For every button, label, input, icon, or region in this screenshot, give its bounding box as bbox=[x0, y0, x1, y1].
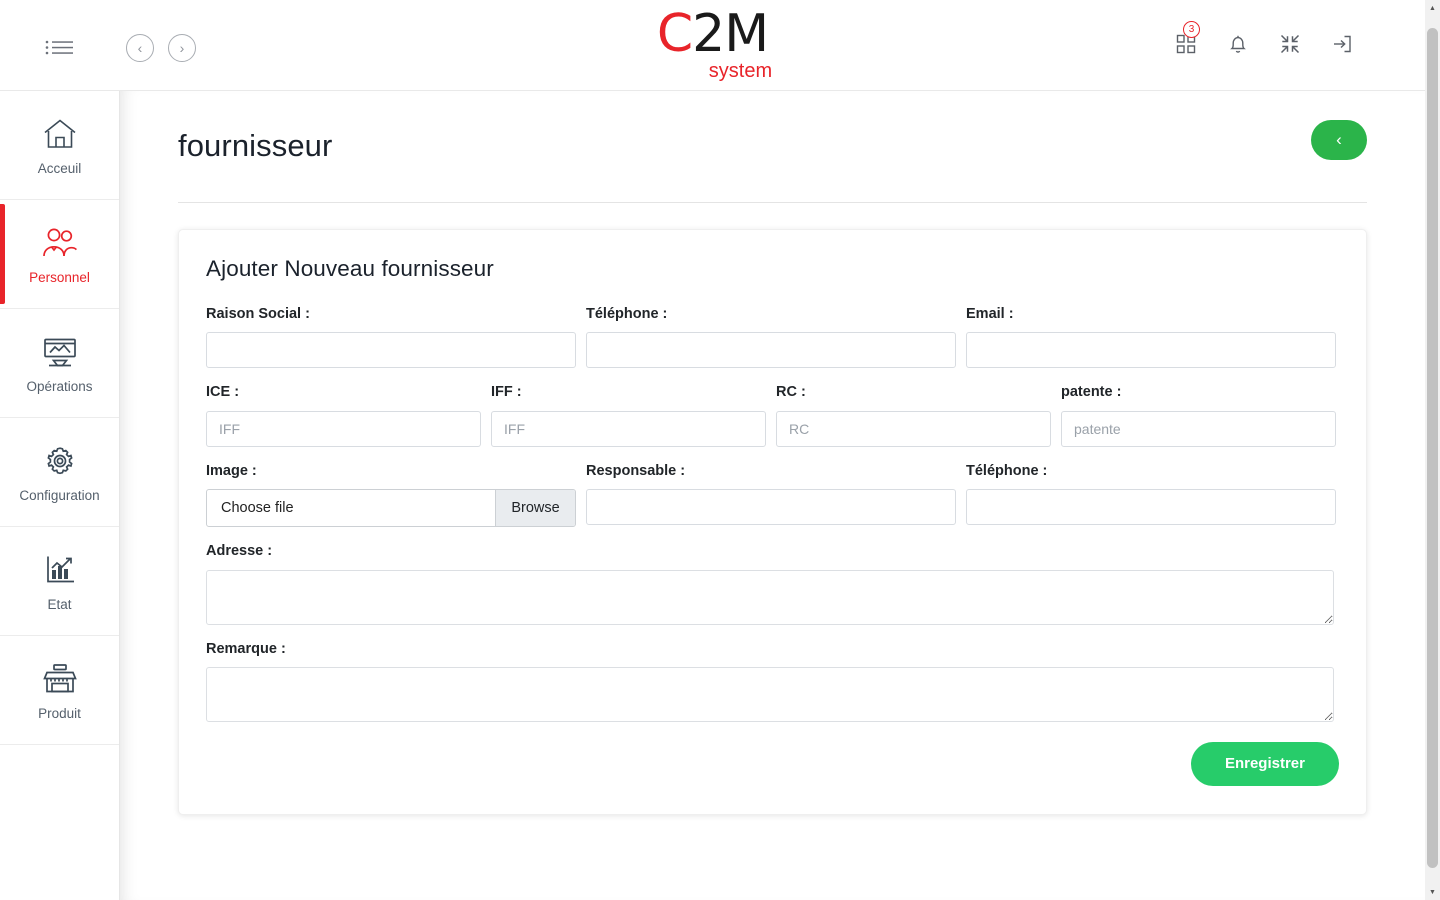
field-responsable: Responsable : bbox=[586, 463, 956, 527]
monitor-icon bbox=[41, 332, 79, 372]
file-upload-control[interactable]: Choose file Browse bbox=[206, 489, 576, 527]
sidebar-item-label: Etat bbox=[47, 598, 71, 612]
field-email: Email : bbox=[966, 306, 1336, 368]
field-label: Remarque : bbox=[206, 641, 1334, 658]
form-heading: Ajouter Nouveau fournisseur bbox=[206, 256, 1339, 282]
form-card: Ajouter Nouveau fournisseur Raison Socia… bbox=[178, 229, 1367, 815]
field-label: Adresse : bbox=[206, 543, 1334, 560]
responsable-telephone-input[interactable] bbox=[966, 489, 1336, 525]
bell-icon[interactable] bbox=[1225, 30, 1251, 58]
nav-forward-label: › bbox=[180, 40, 185, 56]
field-label: Raison Social : bbox=[206, 306, 576, 323]
form-row-adresse: Adresse : bbox=[206, 543, 1339, 624]
list-menu-icon[interactable] bbox=[44, 34, 76, 60]
page-header: fournisseur ‹ bbox=[178, 91, 1367, 203]
sidebar-item-personnel[interactable]: Personnel bbox=[0, 200, 119, 309]
scroll-up-arrow[interactable]: ▲ bbox=[1425, 0, 1440, 16]
logo-letters-2m: 2M bbox=[692, 4, 768, 64]
form-row-2: ICE : IFF : RC : patente : bbox=[206, 384, 1339, 446]
gear-icon bbox=[43, 441, 77, 481]
scrollbar-thumb[interactable] bbox=[1427, 28, 1438, 868]
field-label: RC : bbox=[776, 384, 1051, 401]
nav-back-button[interactable]: ‹ bbox=[126, 34, 154, 62]
form-row-remarque: Remarque : bbox=[206, 641, 1339, 722]
field-image: Image : Choose file Browse bbox=[206, 463, 576, 527]
save-button[interactable]: Enregistrer bbox=[1191, 742, 1339, 786]
field-patente: patente : bbox=[1061, 384, 1336, 446]
sidebar-item-label: Configuration bbox=[19, 489, 99, 503]
sidebar-item-produit[interactable]: Produit bbox=[0, 636, 119, 745]
sidebar-item-operations[interactable]: Opérations bbox=[0, 309, 119, 418]
scroll-down-arrow[interactable]: ▼ bbox=[1425, 884, 1440, 900]
field-responsable-telephone: Téléphone : bbox=[966, 463, 1336, 527]
field-rc: RC : bbox=[776, 384, 1051, 446]
vertical-scrollbar[interactable]: ▲ ▼ bbox=[1425, 0, 1440, 900]
iff-input[interactable] bbox=[491, 411, 766, 447]
field-remarque: Remarque : bbox=[206, 641, 1334, 722]
logo-subtitle: system bbox=[709, 61, 772, 81]
adresse-textarea[interactable] bbox=[206, 570, 1334, 625]
field-telephone: Téléphone : bbox=[586, 306, 956, 368]
logout-icon[interactable] bbox=[1329, 30, 1355, 58]
field-label: Responsable : bbox=[586, 463, 956, 480]
responsable-input[interactable] bbox=[586, 489, 956, 525]
nav-back-label: ‹ bbox=[138, 40, 143, 56]
field-label: Téléphone : bbox=[586, 306, 956, 323]
rc-input[interactable] bbox=[776, 411, 1051, 447]
page-title: fournisseur bbox=[178, 127, 1367, 164]
compress-icon[interactable] bbox=[1277, 30, 1303, 58]
field-label: patente : bbox=[1061, 384, 1336, 401]
field-label: Image : bbox=[206, 463, 576, 480]
home-icon bbox=[42, 114, 78, 154]
field-label: Téléphone : bbox=[966, 463, 1336, 480]
field-raison-social: Raison Social : bbox=[206, 306, 576, 368]
sidebar-item-label: Personnel bbox=[29, 271, 90, 285]
apps-grid-icon[interactable]: 3 bbox=[1173, 30, 1199, 58]
browse-button[interactable]: Browse bbox=[495, 490, 575, 526]
email-input[interactable] bbox=[966, 332, 1336, 368]
back-chevron-icon: ‹ bbox=[1336, 130, 1342, 150]
ice-input[interactable] bbox=[206, 411, 481, 447]
sidebar-item-configuration[interactable]: Configuration bbox=[0, 418, 119, 527]
sidebar-item-acceuil[interactable]: Acceuil bbox=[0, 91, 119, 200]
field-iff: IFF : bbox=[491, 384, 766, 446]
sidebar-item-label: Acceuil bbox=[38, 162, 82, 176]
field-label: ICE : bbox=[206, 384, 481, 401]
logo-letter-c: C bbox=[657, 4, 692, 64]
field-label: IFF : bbox=[491, 384, 766, 401]
app-root: ‹ › C2M system 3 bbox=[0, 0, 1440, 900]
chart-icon bbox=[43, 550, 77, 590]
content-pane: fournisseur ‹ Ajouter Nouveau fournisseu… bbox=[120, 91, 1425, 900]
sidebar: Acceuil Personnel bbox=[0, 91, 120, 900]
sidebar-item-etat[interactable]: Etat bbox=[0, 527, 119, 636]
field-adresse: Adresse : bbox=[206, 543, 1334, 624]
content-inner: fournisseur ‹ Ajouter Nouveau fournisseu… bbox=[120, 91, 1425, 900]
field-ice: ICE : bbox=[206, 384, 481, 446]
nav-forward-button[interactable]: › bbox=[168, 34, 196, 62]
top-header: ‹ › C2M system 3 bbox=[0, 0, 1425, 91]
remarque-textarea[interactable] bbox=[206, 667, 1334, 722]
field-label: Email : bbox=[966, 306, 1336, 323]
users-icon bbox=[40, 223, 80, 263]
file-chosen-text: Choose file bbox=[207, 490, 495, 526]
notification-badge: 3 bbox=[1183, 21, 1200, 38]
telephone-input[interactable] bbox=[586, 332, 956, 368]
form-row-1: Raison Social : Téléphone : Email : bbox=[206, 306, 1339, 368]
back-button[interactable]: ‹ bbox=[1311, 120, 1367, 160]
shop-icon bbox=[42, 659, 78, 699]
patente-input[interactable] bbox=[1061, 411, 1336, 447]
form-row-3: Image : Choose file Browse Responsable :… bbox=[206, 463, 1339, 527]
header-icon-group: 3 bbox=[1173, 30, 1355, 58]
sidebar-item-label: Opérations bbox=[26, 380, 92, 394]
raison-social-input[interactable] bbox=[206, 332, 576, 368]
sidebar-item-label: Produit bbox=[38, 707, 81, 721]
form-actions: Enregistrer bbox=[206, 742, 1339, 786]
